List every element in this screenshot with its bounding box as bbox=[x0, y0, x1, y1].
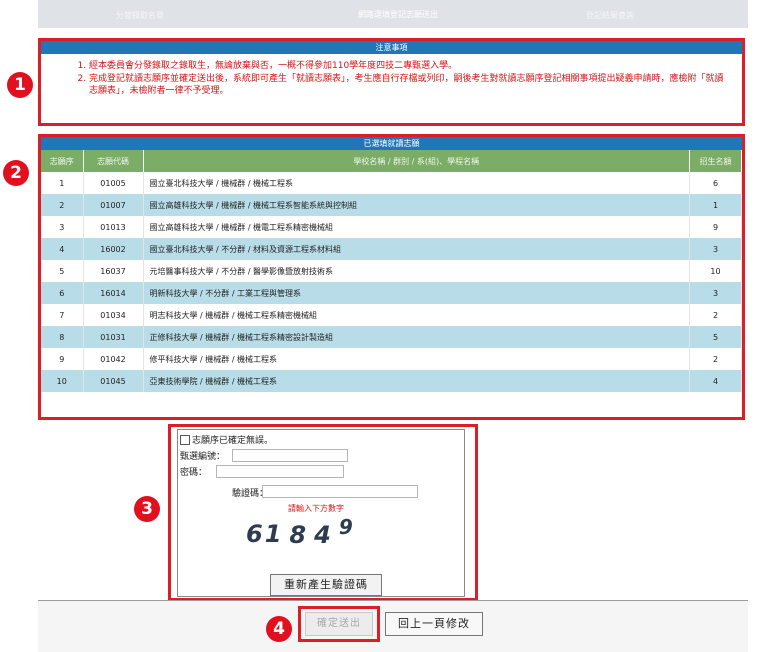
step-marker-4: 4 bbox=[266, 616, 292, 642]
top-nav-link-right[interactable]: 登記結果查詢 bbox=[586, 10, 634, 21]
cell-quota: 2 bbox=[689, 348, 742, 370]
cell-code: 01005 bbox=[83, 172, 144, 194]
table-row: 7 01034 明志科技大學 / 機械群 / 機械工程系精密機械組 2 bbox=[41, 304, 742, 326]
table-row: 10 01045 亞東技術學院 / 機械群 / 機械工程系 4 bbox=[41, 370, 742, 392]
cell-seq: 4 bbox=[41, 238, 84, 260]
cell-seq: 7 bbox=[41, 304, 84, 326]
confirm-submit-button[interactable]: 確定送出 bbox=[305, 612, 373, 636]
cell-quota: 6 bbox=[689, 172, 742, 194]
cell-quota: 3 bbox=[689, 238, 742, 260]
cell-seq: 2 bbox=[41, 194, 84, 216]
cell-quota: 4 bbox=[689, 370, 742, 392]
cell-code: 01034 bbox=[83, 304, 144, 326]
step-marker-2: 2 bbox=[3, 160, 29, 186]
regenerate-captcha-button[interactable]: 重新產生驗證碼 bbox=[270, 574, 382, 596]
cell-name: 修平科技大學 / 機械群 / 機械工程系 bbox=[143, 348, 690, 370]
back-edit-button[interactable]: 回上一頁修改 bbox=[385, 612, 483, 636]
table-row: 4 16002 國立臺北科技大學 / 不分群 / 材料及資源工程系材料組 3 bbox=[41, 238, 742, 260]
verification-form: 志願序已確定無誤。 甄選編號： 密碼： 驗證碼： 請輸入下方數字 61 8 4 9 重… bbox=[177, 429, 465, 597]
cell-code: 01042 bbox=[83, 348, 144, 370]
cell-quota: 10 bbox=[689, 260, 742, 282]
cell-code: 01007 bbox=[83, 194, 144, 216]
cell-seq: 8 bbox=[41, 326, 84, 348]
cell-code: 16037 bbox=[83, 260, 144, 282]
captcha-input[interactable] bbox=[262, 485, 418, 498]
table-row: 1 01005 國立臺北科技大學 / 機械群 / 機械工程系 6 bbox=[41, 172, 742, 194]
notice-panel: 注意事項 經本委員會分發錄取之錄取生，無論放棄與否，一概不得參加110學年度四技… bbox=[38, 38, 745, 126]
header-code: 志願代碼 bbox=[83, 150, 144, 172]
cell-quota: 5 bbox=[689, 326, 742, 348]
password-input[interactable] bbox=[216, 465, 344, 478]
cell-name: 明志科技大學 / 機械群 / 機械工程系精密機械組 bbox=[143, 304, 690, 326]
captcha-digit: 9 bbox=[338, 515, 355, 539]
step-marker-3: 3 bbox=[134, 496, 160, 522]
cell-code: 01031 bbox=[83, 326, 144, 348]
cell-seq: 1 bbox=[41, 172, 84, 194]
cell-code: 01045 bbox=[83, 370, 144, 392]
cell-name: 國立高雄科技大學 / 機械群 / 機電工程系精密機械組 bbox=[143, 216, 690, 238]
cell-name: 國立高雄科技大學 / 機械群 / 機械工程系智能系統與控制組 bbox=[143, 194, 690, 216]
cell-quota: 2 bbox=[689, 304, 742, 326]
cell-quota: 1 bbox=[689, 194, 742, 216]
captcha-digit: 4 bbox=[314, 521, 333, 549]
cell-seq: 6 bbox=[41, 282, 84, 304]
cell-name: 國立臺北科技大學 / 不分群 / 材料及資源工程系材料組 bbox=[143, 238, 690, 260]
notice-item: 完成登記就讀志願序並確定送出後，系統即可產生「就讀志願表」，考生應自行存檔或列印… bbox=[89, 73, 732, 98]
verification-panel: 志願序已確定無誤。 甄選編號： 密碼： 驗證碼： 請輸入下方數字 61 8 4 9 重… bbox=[168, 424, 478, 601]
choices-table: 志願序 志願代碼 學校名稱 / 群別 / 系(組)、學程名稱 招生名額 1 01… bbox=[41, 150, 742, 392]
table-row: 8 01031 正修科技大學 / 機械群 / 機械工程系精密設計製造組 5 bbox=[41, 326, 742, 348]
table-row: 3 01013 國立高雄科技大學 / 機械群 / 機電工程系精密機械組 9 bbox=[41, 216, 742, 238]
password-label: 密碼： bbox=[180, 468, 208, 478]
cell-code: 01013 bbox=[83, 216, 144, 238]
header-name: 學校名稱 / 群別 / 系(組)、學程名稱 bbox=[143, 150, 690, 172]
top-bar: 分發錄取名單 網路選填登記志願送出 登記結果查詢 bbox=[38, 0, 748, 28]
cell-name: 明新科技大學 / 不分群 / 工業工程與管理系 bbox=[143, 282, 690, 304]
cell-quota: 3 bbox=[689, 282, 742, 304]
cell-seq: 10 bbox=[41, 370, 84, 392]
cell-seq: 9 bbox=[41, 348, 84, 370]
notice-item: 經本委員會分發錄取之錄取生，無論放棄與否，一概不得參加110學年度四技二專甄選入… bbox=[89, 60, 732, 73]
confirm-order-row: 志願序已確定無誤。 bbox=[180, 433, 273, 446]
notice-list: 經本委員會分發錄取之錄取生，無論放棄與否，一概不得參加110學年度四技二專甄選入… bbox=[41, 54, 742, 98]
captcha-image: 61 8 4 9 bbox=[246, 515, 355, 549]
cell-name: 正修科技大學 / 機械群 / 機械工程系精密設計製造組 bbox=[143, 326, 690, 348]
top-nav-link-left[interactable]: 分發錄取名單 bbox=[116, 10, 164, 21]
cell-seq: 5 bbox=[41, 260, 84, 282]
cell-code: 16014 bbox=[83, 282, 144, 304]
notice-title: 注意事項 bbox=[41, 41, 742, 54]
page-title: 網路選填登記志願送出 bbox=[358, 10, 438, 19]
confirm-order-label: 志願序已確定無誤。 bbox=[192, 436, 274, 446]
header-quota: 招生名額 bbox=[689, 150, 742, 172]
captcha-digit: 8 bbox=[289, 521, 309, 549]
table-row: 2 01007 國立高雄科技大學 / 機械群 / 機械工程系智能系統與控制組 1 bbox=[41, 194, 742, 216]
table-header-row: 志願序 志願代碼 學校名稱 / 群別 / 系(組)、學程名稱 招生名額 bbox=[41, 150, 742, 172]
id-input[interactable] bbox=[232, 449, 348, 462]
table-row: 9 01042 修平科技大學 / 機械群 / 機械工程系 2 bbox=[41, 348, 742, 370]
table-row: 5 16037 元培醫事科技大學 / 不分群 / 醫學影像暨放射技術系 10 bbox=[41, 260, 742, 282]
captcha-hint: 請輸入下方數字 bbox=[288, 504, 344, 513]
step-marker-1: 1 bbox=[7, 72, 33, 98]
captcha-digit: 61 bbox=[246, 520, 284, 548]
cell-name: 國立臺北科技大學 / 機械群 / 機械工程系 bbox=[143, 172, 690, 194]
selected-choices-panel: 已選填就讀志願 志願序 志願代碼 學校名稱 / 群別 / 系(組)、學程名稱 招… bbox=[38, 134, 745, 420]
cell-name: 元培醫事科技大學 / 不分群 / 醫學影像暨放射技術系 bbox=[143, 260, 690, 282]
table-row: 6 16014 明新科技大學 / 不分群 / 工業工程與管理系 3 bbox=[41, 282, 742, 304]
cell-quota: 9 bbox=[689, 216, 742, 238]
cell-name: 亞東技術學院 / 機械群 / 機械工程系 bbox=[143, 370, 690, 392]
header-seq: 志願序 bbox=[41, 150, 84, 172]
cell-code: 16002 bbox=[83, 238, 144, 260]
confirm-order-checkbox[interactable] bbox=[180, 434, 190, 445]
cell-seq: 3 bbox=[41, 216, 84, 238]
choices-title: 已選填就讀志願 bbox=[41, 137, 742, 150]
id-label: 甄選編號： bbox=[180, 452, 226, 462]
